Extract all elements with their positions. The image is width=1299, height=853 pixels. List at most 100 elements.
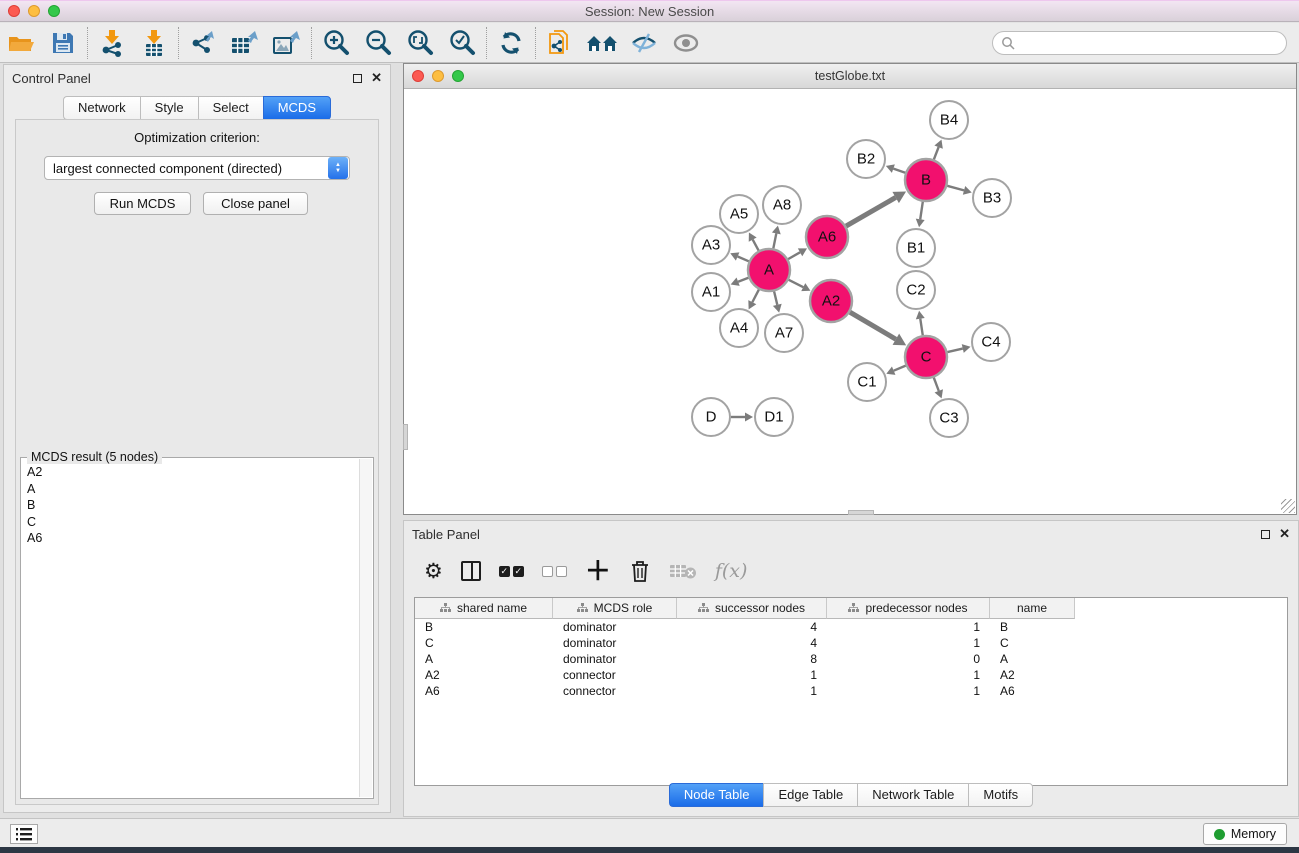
- table-cell[interactable]: 1: [677, 684, 827, 698]
- edge-A-A1[interactable]: [738, 278, 748, 282]
- show-all-button[interactable]: [665, 25, 707, 61]
- close-panel-icon[interactable]: ✕: [371, 72, 382, 84]
- table-cell[interactable]: B: [415, 620, 553, 634]
- network-close-icon[interactable]: [412, 70, 424, 82]
- network-zoom-icon[interactable]: [452, 70, 464, 82]
- close-window-icon[interactable]: [8, 5, 20, 17]
- table-cell[interactable]: C: [990, 636, 1075, 650]
- table-cell[interactable]: 4: [677, 636, 827, 650]
- node-table[interactable]: shared nameMCDS rolesuccessor nodesprede…: [414, 597, 1288, 786]
- table-cell[interactable]: dominator: [553, 620, 677, 634]
- save-session-button[interactable]: [42, 25, 84, 61]
- table-cell[interactable]: connector: [553, 668, 677, 682]
- table-cell[interactable]: A6: [415, 684, 553, 698]
- task-history-button[interactable]: [10, 824, 38, 844]
- edge-A-A6[interactable]: [788, 252, 800, 259]
- table-cell[interactable]: dominator: [553, 652, 677, 666]
- edge-A-A3[interactable]: [738, 256, 749, 261]
- tab-network-table[interactable]: Network Table: [857, 783, 968, 807]
- hide-selected-button[interactable]: [623, 25, 665, 61]
- mcds-result-list[interactable]: A2ABCA6: [21, 464, 357, 794]
- float-panel-icon[interactable]: [353, 74, 362, 83]
- result-item[interactable]: B: [21, 497, 357, 514]
- tab-motifs[interactable]: Motifs: [968, 783, 1033, 807]
- zoom-selected-button[interactable]: [441, 25, 483, 61]
- fit-content-button[interactable]: [399, 25, 441, 61]
- table-row[interactable]: Cdominator41C: [415, 635, 1287, 651]
- tab-network[interactable]: Network: [63, 96, 140, 120]
- edge-A-A4[interactable]: [752, 290, 759, 303]
- import-network-button[interactable]: [91, 25, 133, 61]
- result-item[interactable]: C: [21, 514, 357, 531]
- table-cell[interactable]: 0: [827, 652, 990, 666]
- export-table-button[interactable]: [224, 25, 266, 61]
- close-panel-icon[interactable]: ✕: [1279, 528, 1290, 540]
- export-network-button[interactable]: [182, 25, 224, 61]
- table-cell[interactable]: connector: [553, 684, 677, 698]
- edge-C-C4[interactable]: [947, 349, 962, 353]
- select-all-icon[interactable]: ✓✓: [499, 566, 524, 577]
- minimize-window-icon[interactable]: [28, 5, 40, 17]
- table-cell[interactable]: 1: [827, 636, 990, 650]
- result-item[interactable]: A2: [21, 464, 357, 481]
- table-cell[interactable]: A2: [415, 668, 553, 682]
- table-cell[interactable]: 1: [827, 620, 990, 634]
- table-cell[interactable]: 1: [827, 668, 990, 682]
- splitter-handle[interactable]: [848, 510, 874, 515]
- edge-A2-C[interactable]: [850, 312, 896, 339]
- edge-A-A5[interactable]: [753, 240, 759, 251]
- table-cell[interactable]: B: [990, 620, 1075, 634]
- export-image-button[interactable]: [266, 25, 308, 61]
- search-input[interactable]: [1016, 33, 1286, 53]
- splitter-handle[interactable]: [403, 424, 408, 450]
- table-cell[interactable]: A: [990, 652, 1075, 666]
- edge-B-B4[interactable]: [934, 147, 939, 159]
- table-cell[interactable]: A: [415, 652, 553, 666]
- table-cell[interactable]: 4: [677, 620, 827, 634]
- result-scrollbar[interactable]: [359, 459, 372, 797]
- column-header-predecessor-nodes[interactable]: predecessor nodes: [827, 598, 990, 619]
- memory-button[interactable]: Memory: [1203, 823, 1287, 845]
- table-cell[interactable]: A2: [990, 668, 1075, 682]
- edge-C-C3[interactable]: [934, 378, 939, 391]
- table-row[interactable]: Adominator80A: [415, 651, 1287, 667]
- criterion-dropdown[interactable]: largest connected component (directed) ▲…: [44, 156, 350, 180]
- first-neighbors-button[interactable]: [581, 25, 623, 61]
- resize-grip-icon[interactable]: [1281, 499, 1295, 513]
- network-window-titlebar[interactable]: testGlobe.txt: [404, 64, 1296, 89]
- table-cell[interactable]: A6: [990, 684, 1075, 698]
- column-header-successor-nodes[interactable]: successor nodes: [677, 598, 827, 619]
- tab-style[interactable]: Style: [140, 96, 198, 120]
- column-header-MCDS-role[interactable]: MCDS role: [553, 598, 677, 619]
- column-header-name[interactable]: name: [990, 598, 1075, 619]
- float-panel-icon[interactable]: [1261, 530, 1270, 539]
- table-row[interactable]: A6connector11A6: [415, 683, 1287, 699]
- edge-C-C2[interactable]: [920, 319, 922, 336]
- zoom-in-button[interactable]: [315, 25, 357, 61]
- tab-mcds[interactable]: MCDS: [263, 96, 331, 120]
- network-minimize-icon[interactable]: [432, 70, 444, 82]
- edge-B-B3[interactable]: [947, 186, 964, 191]
- new-network-from-selection-button[interactable]: [539, 25, 581, 61]
- column-layout-icon[interactable]: [461, 561, 481, 581]
- table-cell[interactable]: C: [415, 636, 553, 650]
- deselect-all-icon[interactable]: [542, 566, 567, 577]
- edge-A-A2[interactable]: [789, 280, 804, 287]
- network-canvas[interactable]: AA1A2A3A4A5A6A7A8BB1B2B3B4CC1C2C3C4DD1: [404, 89, 1296, 514]
- result-item[interactable]: A: [21, 481, 357, 498]
- zoom-out-button[interactable]: [357, 25, 399, 61]
- run-mcds-button[interactable]: Run MCDS: [94, 192, 191, 215]
- table-row[interactable]: A2connector11A2: [415, 667, 1287, 683]
- delete-column-trash-icon[interactable]: [629, 559, 651, 583]
- tab-select[interactable]: Select: [198, 96, 263, 120]
- edge-A6-B[interactable]: [846, 197, 896, 226]
- zoom-window-icon[interactable]: [48, 5, 60, 17]
- table-row[interactable]: Bdominator41B: [415, 619, 1287, 635]
- tab-node-table[interactable]: Node Table: [669, 783, 764, 807]
- table-cell[interactable]: 1: [827, 684, 990, 698]
- edge-B-B1[interactable]: [920, 202, 923, 220]
- edge-C-C1[interactable]: [894, 366, 906, 371]
- tab-edge-table[interactable]: Edge Table: [763, 783, 857, 807]
- open-session-button[interactable]: [0, 25, 42, 61]
- table-settings-icon[interactable]: ⚙: [424, 560, 443, 582]
